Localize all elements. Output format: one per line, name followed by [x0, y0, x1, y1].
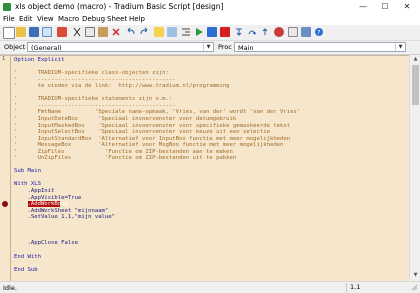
code-line[interactable]: ' InputMaskedBox 'Speciaal invoervenster…: [14, 123, 290, 129]
menu-sheet[interactable]: Sheet: [107, 15, 127, 23]
code-line[interactable]: ' UnZipFiles 'Functie om ZIP-bestanden u…: [14, 155, 236, 161]
chevron-down-icon: ▼: [395, 43, 405, 51]
delete-icon[interactable]: [111, 27, 121, 37]
code-line[interactable]: ' ZipFiles 'Functie om ZIP-bestanden aan…: [14, 149, 233, 155]
code-line[interactable]: ' TRADIUM-specifieke class-objecten zijn…: [14, 70, 169, 76]
code-line[interactable]: ' InputStandardBox 'Alternatief voor Inp…: [14, 136, 290, 142]
editor-gutter[interactable]: 1: [0, 56, 11, 281]
indent-icon[interactable]: [181, 27, 191, 37]
code-line[interactable]: .AddWorkBook: [14, 201, 67, 207]
splitter-handle[interactable]: [409, 41, 420, 54]
status-bar: Idle. 1,1: [0, 281, 420, 293]
proc-select[interactable]: Main ▼: [234, 42, 406, 52]
step-over-icon[interactable]: [247, 27, 257, 37]
object-select-value: (General): [31, 44, 62, 52]
code-line[interactable]: ' te vinden via de link: http://www.trad…: [14, 83, 230, 89]
status-text: Idle.: [3, 284, 17, 292]
paste-icon[interactable]: [98, 27, 108, 37]
code-area[interactable]: Option Explicit ' TRADIUM-specifieke clas…: [14, 57, 406, 281]
code-line[interactable]: End With: [14, 254, 41, 260]
code-line[interactable]: End Sub: [14, 267, 38, 273]
watch-icon[interactable]: [288, 27, 298, 37]
help-icon[interactable]: ?: [314, 27, 324, 37]
maximize-button[interactable]: ☐: [374, 0, 396, 14]
code-line[interactable]: ' MessageBox 'Alternatief voor MsgBox fu…: [14, 142, 283, 148]
pause-icon[interactable]: [207, 27, 217, 37]
scroll-up-icon[interactable]: ▲: [410, 55, 420, 64]
code-line[interactable]: ' TRADIUM-specifieke statements zijn o.m…: [14, 96, 172, 102]
code-line[interactable]: Sub Main: [14, 168, 41, 174]
close-button[interactable]: ✕: [396, 0, 418, 14]
title-bar: xls object demo (macro) - Tradium Basic …: [0, 0, 420, 15]
code-line[interactable]: .AddWorkSheet "mijnnaam": [14, 208, 108, 214]
menu-macro[interactable]: Macro: [58, 15, 79, 23]
scroll-down-icon[interactable]: ▼: [410, 271, 420, 280]
vertical-scrollbar[interactable]: ▲ ▼: [409, 55, 420, 280]
redo-icon[interactable]: [139, 27, 149, 37]
app-window: xls object demo (macro) - Tradium Basic …: [0, 0, 420, 293]
code-line[interactable]: ' FmtName 'Speciale name-opmaak, 'Vries,…: [14, 109, 300, 115]
play-icon[interactable]: [194, 27, 204, 37]
menu-view[interactable]: View: [37, 15, 54, 23]
window-title: xls object demo (macro) - Tradium Basic …: [15, 2, 224, 11]
chevron-down-icon: ▼: [203, 43, 213, 51]
code-line[interactable]: Option Explicit: [14, 57, 65, 63]
menu-bar: File Edit View Macro Debug Sheet Help: [0, 14, 420, 25]
breakpoint-icon[interactable]: [274, 27, 284, 37]
code-line[interactable]: ' InputDateBox 'Speciaal invoervenster v…: [14, 116, 236, 122]
minimize-button[interactable]: —: [352, 0, 374, 14]
scroll-thumb[interactable]: [412, 65, 419, 105]
undo-icon[interactable]: [126, 27, 136, 37]
menu-file[interactable]: File: [3, 15, 15, 23]
code-line[interactable]: With XLS: [14, 181, 41, 187]
toolbar: ?: [0, 25, 420, 41]
object-select[interactable]: (General) ▼: [27, 42, 214, 52]
print-icon[interactable]: [42, 27, 52, 37]
new-file-icon[interactable]: [3, 27, 15, 39]
code-line[interactable]: .AppVisible=True: [14, 195, 81, 201]
save-icon[interactable]: [29, 27, 39, 37]
cursor-position: 1,1: [346, 283, 396, 292]
find-icon[interactable]: [154, 27, 164, 37]
app-icon: [3, 3, 11, 11]
code-line[interactable]: .AppInit: [14, 188, 54, 194]
copy-icon[interactable]: [85, 27, 95, 37]
menu-help[interactable]: Help: [129, 15, 145, 23]
code-editor[interactable]: 1 Option Explicit ' TRADIUM-specifieke cl…: [0, 55, 409, 281]
run-macro-icon[interactable]: [57, 27, 67, 37]
code-line[interactable]: ' --------------------------------------…: [14, 103, 176, 109]
menu-edit[interactable]: Edit: [19, 15, 33, 23]
gutter-line-marker: 1: [2, 56, 6, 62]
code-line[interactable]: ' InputSelectBox 'Speciaal invoervenster…: [14, 129, 270, 135]
replace-icon[interactable]: [167, 27, 177, 37]
proc-label: Proc: [218, 43, 232, 51]
code-line[interactable]: .SetValue 1,1,"mijn value": [14, 214, 115, 220]
code-line[interactable]: .AppClose False: [14, 240, 78, 246]
proc-select-value: Main: [238, 44, 254, 52]
step-out-icon[interactable]: [260, 27, 270, 37]
resize-grip-icon[interactable]: [411, 284, 418, 291]
stop-icon[interactable]: [220, 27, 230, 37]
dialog-icon[interactable]: [301, 27, 311, 37]
cut-icon[interactable]: [72, 27, 82, 37]
svg-text:?: ?: [317, 30, 320, 37]
open-folder-icon[interactable]: [16, 27, 26, 37]
code-line[interactable]: ' --------------------------------------…: [14, 77, 176, 83]
menu-debug[interactable]: Debug: [82, 15, 105, 23]
object-label: Object: [4, 43, 26, 51]
object-proc-bar: Object (General) ▼ Proc Main ▼: [0, 41, 420, 55]
step-into-icon[interactable]: [234, 27, 244, 37]
